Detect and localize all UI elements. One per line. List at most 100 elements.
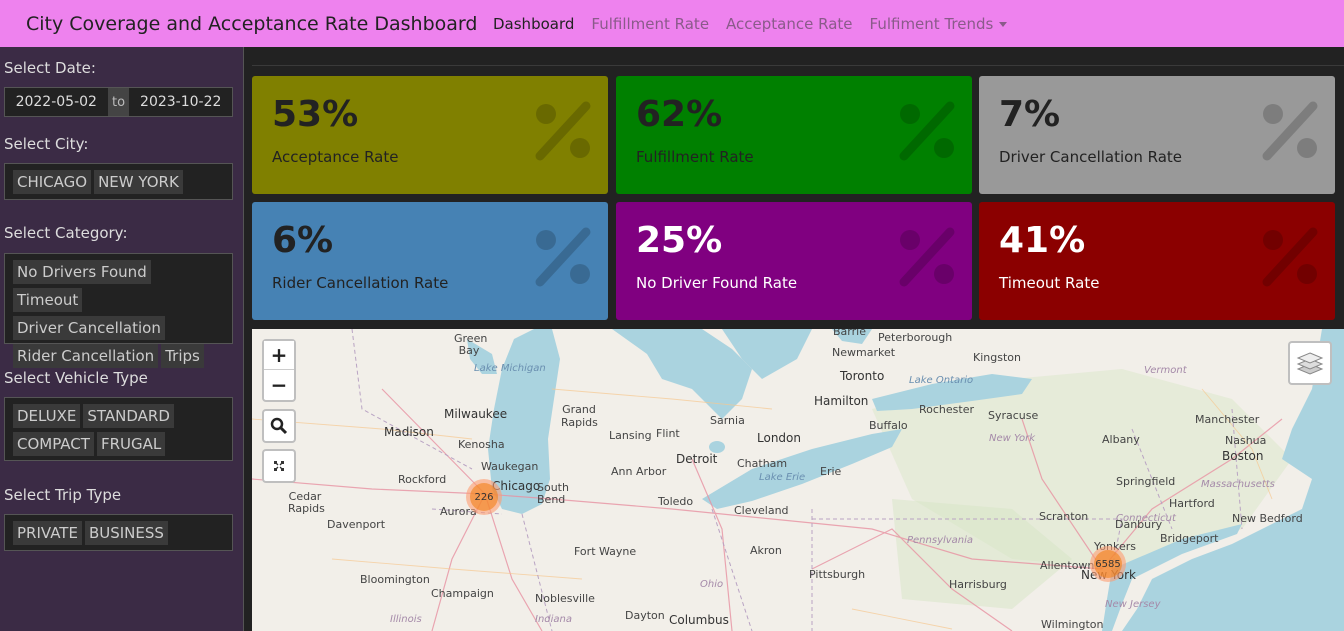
trip-type-select[interactable]: PRIVATE BUSINESS (4, 514, 233, 551)
city-label: Davenport (327, 518, 386, 531)
card-value: 25% (636, 220, 723, 261)
city-select[interactable]: CHICAGO NEW YORK (4, 163, 233, 200)
vehicle-chip[interactable]: STANDARD (83, 404, 174, 428)
city-label: Boston (1222, 449, 1264, 463)
city-label: Detroit (676, 452, 718, 466)
category-chip[interactable]: Timeout (13, 288, 83, 312)
city-label: Buffalo (869, 419, 908, 432)
percent-icon (1262, 101, 1318, 161)
nav-acceptance-rate[interactable]: Acceptance Rate (726, 15, 852, 33)
coverage-map[interactable]: Lake Michigan Lake Ontario Lake Erie Ver… (252, 329, 1344, 631)
vehicle-chip[interactable]: COMPACT (13, 432, 94, 456)
fulfillment-rate-card: 62% Fulfillment Rate (616, 76, 972, 194)
vehicle-label: Select Vehicle Type (4, 369, 148, 387)
water-label: Lake Erie (759, 472, 806, 483)
city-label: Scranton (1039, 510, 1089, 523)
city-label: Nashua (1225, 434, 1267, 447)
city-label: Kenosha (458, 438, 505, 451)
caret-down-icon (999, 21, 1008, 27)
city-label: Noblesville (535, 592, 595, 605)
city-label: Hamilton (814, 394, 869, 408)
vehicle-chip[interactable]: FRUGAL (96, 432, 166, 456)
city-label: Milwaukee (444, 407, 508, 421)
city-chip[interactable]: NEW YORK (94, 170, 183, 194)
category-chip[interactable]: Driver Cancellation (13, 316, 165, 340)
cluster-count: 6585 (1094, 550, 1122, 578)
water-label: Lake Ontario (909, 375, 974, 386)
city-label: Kingston (973, 351, 1021, 364)
divider (252, 65, 1344, 66)
zoom-control: + − (262, 339, 296, 402)
newyork-cluster-marker[interactable]: 6585 (1090, 546, 1126, 582)
card-label: Timeout Rate (999, 274, 1100, 292)
city-label: Flint (656, 427, 680, 440)
percent-icon (535, 101, 591, 161)
city-label: Green Bay (454, 332, 488, 357)
card-value: 6% (272, 220, 334, 261)
category-label: Select Category: (4, 224, 128, 242)
card-label: Driver Cancellation Rate (999, 148, 1182, 166)
city-label: Lansing (609, 429, 652, 442)
app-title: City Coverage and Acceptance Rate Dashbo… (26, 12, 478, 35)
zoom-in-button[interactable]: + (264, 341, 294, 370)
city-label: Grand Rapids (561, 403, 598, 429)
city-label: Cleveland (734, 504, 789, 517)
city-label: Champaign (431, 587, 494, 600)
region-label: Pennsylvania (907, 535, 974, 546)
water-label: Lake Michigan (474, 363, 546, 374)
nav-fulfilment-trends-label: Fulfiment Trends (869, 14, 994, 33)
region-label: New York (989, 433, 1036, 444)
percent-icon (899, 227, 955, 287)
city-label: Akron (750, 544, 782, 557)
city-label: New Bedford (1232, 512, 1303, 525)
city-label: Peterborough (878, 331, 953, 344)
city-label: Bridgeport (1160, 532, 1219, 545)
city-label: Syracuse (988, 409, 1039, 422)
map-search-button[interactable] (262, 409, 296, 443)
card-label: Acceptance Rate (272, 148, 399, 166)
card-label: Fulfillment Rate (636, 148, 754, 166)
city-label: Barrie (833, 329, 866, 338)
trip-type-chip[interactable]: PRIVATE (13, 521, 82, 545)
city-chip[interactable]: CHICAGO (13, 170, 92, 194)
region-label: Massachusetts (1201, 479, 1275, 490)
zoom-out-button[interactable]: − (264, 370, 294, 399)
no-driver-found-rate-card: 25% No Driver Found Rate (616, 202, 972, 320)
layers-icon (1296, 352, 1324, 375)
end-date-input[interactable]: 2023-10-22 (129, 88, 232, 116)
card-value: 41% (999, 220, 1086, 261)
card-label: No Driver Found Rate (636, 274, 798, 292)
city-label: Chatham (737, 457, 788, 470)
vehicle-chip[interactable]: DELUXE (13, 404, 81, 428)
trip-type-chip[interactable]: BUSINESS (84, 521, 168, 545)
vehicle-select[interactable]: DELUXE STANDARD COMPACT FRUGAL (4, 397, 233, 461)
start-date-input[interactable]: 2022-05-02 (5, 88, 108, 116)
city-label: Fort Wayne (574, 545, 637, 558)
nav-dashboard[interactable]: Dashboard (493, 15, 574, 33)
nav-fulfilment-trends-dropdown[interactable]: Fulfiment Trends (870, 15, 1008, 33)
city-label: Toledo (658, 495, 694, 508)
category-chip[interactable]: Rider Cancellation (13, 344, 159, 368)
city-label: South Bend (537, 481, 569, 506)
city-label: Wilmington (1041, 618, 1104, 631)
category-chip[interactable]: No Drivers Found (13, 260, 151, 284)
sidebar: Select Date: 2022-05-02 to 2023-10-22 Se… (0, 47, 244, 631)
city-label: Hartford (1169, 497, 1215, 510)
percent-icon (535, 227, 591, 287)
city-label: Waukegan (481, 460, 539, 473)
category-chip[interactable]: Trips (161, 344, 204, 368)
city-label: Dayton (625, 609, 665, 622)
layers-control[interactable] (1288, 341, 1332, 385)
navbar: City Coverage and Acceptance Rate Dashbo… (0, 0, 1344, 47)
card-label: Rider Cancellation Rate (272, 274, 449, 292)
city-label: Toronto (840, 369, 885, 383)
chicago-cluster-marker[interactable]: 226 (466, 479, 502, 515)
city-label: Bloomington (360, 573, 430, 586)
timeout-rate-card: 41% Timeout Rate (979, 202, 1335, 320)
city-label: Sarnia (710, 414, 745, 427)
nav-fulfillment-rate[interactable]: Fulfillment Rate (591, 15, 709, 33)
region-label: Illinois (390, 614, 422, 625)
acceptance-rate-card: 53% Acceptance Rate (252, 76, 608, 194)
fullscreen-button[interactable] (262, 449, 296, 483)
category-select[interactable]: No Drivers Found Timeout Driver Cancella… (4, 253, 233, 368)
